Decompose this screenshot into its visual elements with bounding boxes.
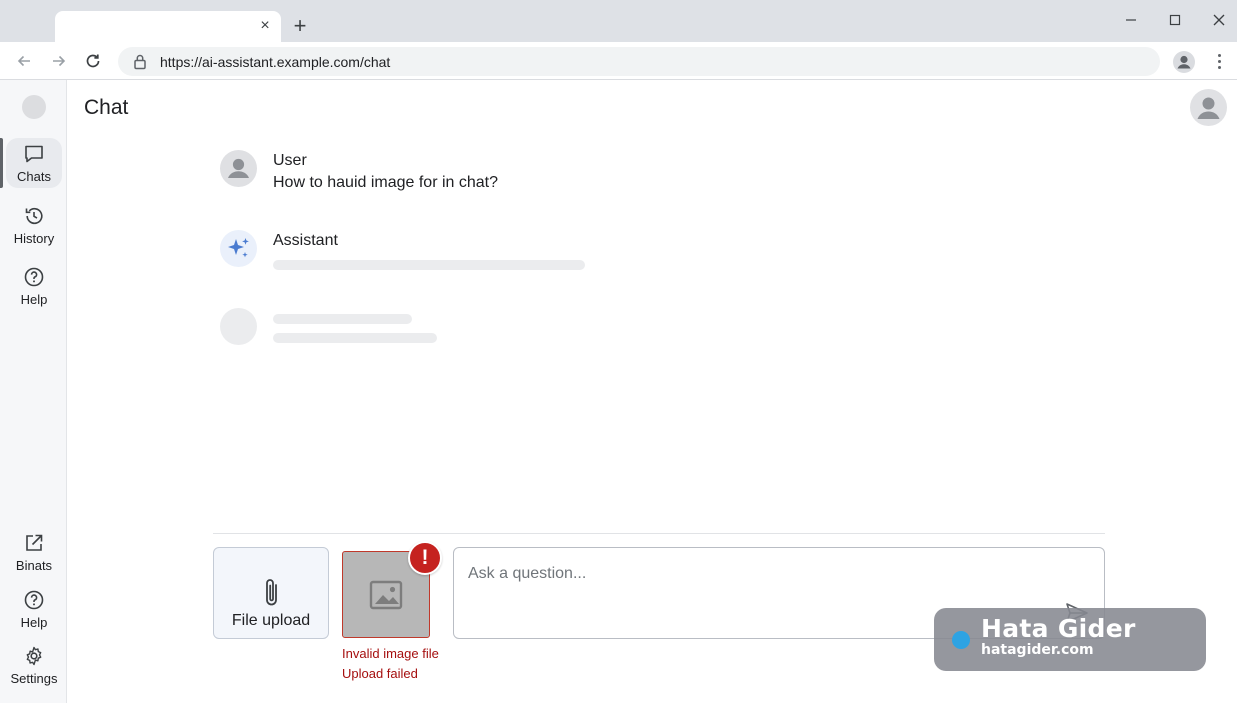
error-badge: ! — [408, 541, 442, 575]
sidebar-item-label: Help — [20, 292, 48, 307]
browser-tab[interactable]: × — [55, 11, 281, 42]
loading-skeleton-line — [273, 314, 412, 324]
sidebar-item-label: Settings — [10, 671, 58, 686]
sidebar-item-history[interactable]: History — [6, 200, 62, 250]
help-icon — [22, 588, 46, 612]
error-message-invalid: Invalid image file — [342, 646, 439, 661]
maximize-icon[interactable] — [1165, 10, 1185, 30]
loading-skeleton-line — [273, 260, 585, 270]
browser-toolbar: https://ai-assistant.example.com/chat — [0, 42, 1237, 80]
watermark-logo: Hata Gider hatagider.com — [934, 608, 1206, 671]
sidebar-item-label: Chats — [17, 169, 51, 184]
sparkle-icon — [228, 238, 249, 258]
sidebar-item-label: Help — [20, 615, 48, 630]
sidebar-item-help[interactable]: Help — [6, 261, 62, 311]
page-title: Chat — [84, 96, 129, 119]
watermark-subtitle: hatagider.com — [981, 642, 1094, 658]
assistant-avatar — [220, 230, 257, 267]
app-logo — [22, 95, 46, 119]
user-avatar — [220, 150, 257, 187]
tab-close-icon[interactable]: × — [257, 18, 273, 34]
sidebar-item-chats[interactable]: Chats — [6, 138, 62, 188]
close-window-icon[interactable] — [1209, 10, 1229, 30]
sidebar-item-label: History — [13, 231, 55, 246]
address-url: https://ai-assistant.example.com/chat — [160, 54, 391, 70]
lock-icon — [134, 54, 146, 70]
file-upload-label: File upload — [231, 612, 311, 629]
history-icon — [22, 204, 46, 228]
file-upload-button[interactable]: File upload — [213, 547, 329, 639]
sidebar-item-label: Binats — [15, 558, 53, 573]
image-icon — [369, 580, 403, 610]
watermark-title: Hata Gider — [981, 614, 1136, 643]
address-bar[interactable]: https://ai-assistant.example.com/chat — [118, 47, 1160, 76]
profile-icon[interactable] — [1172, 50, 1196, 74]
forward-arrow-icon[interactable] — [48, 50, 70, 72]
message-author: Assistant — [273, 232, 338, 249]
message-text: How to hauid image for in chat? — [273, 174, 499, 191]
chat-bubble-icon — [22, 142, 46, 166]
sidebar-item-settings[interactable]: Settings — [6, 640, 62, 690]
browser-menu-icon[interactable] — [1210, 50, 1228, 72]
gear-icon — [22, 644, 46, 668]
account-avatar[interactable] — [1190, 89, 1227, 126]
person-icon — [1197, 97, 1220, 119]
error-message-upload-failed: Upload failed — [342, 666, 418, 681]
reload-icon[interactable] — [82, 50, 104, 72]
help-icon — [22, 265, 46, 289]
back-arrow-icon[interactable] — [13, 50, 35, 72]
sidebar-item-help-bottom[interactable]: Help — [6, 584, 62, 634]
sidebar: Chats History Help Binats Help Settings — [0, 80, 67, 703]
browser-titlebar: × + — [0, 0, 1237, 42]
composer-divider — [213, 533, 1105, 534]
new-tab-button[interactable]: + — [290, 14, 310, 38]
sidebar-item-binats[interactable]: Binats — [6, 527, 62, 577]
person-icon — [228, 158, 249, 178]
placeholder-avatar — [220, 308, 257, 345]
watermark-dot-icon — [952, 631, 970, 649]
loading-skeleton-line — [273, 333, 437, 343]
question-input[interactable] — [468, 562, 1028, 586]
message-author: User — [273, 152, 307, 169]
paperclip-icon — [266, 579, 277, 606]
open-external-icon — [22, 531, 46, 555]
minimize-icon[interactable] — [1121, 10, 1141, 30]
active-indicator — [0, 138, 3, 188]
